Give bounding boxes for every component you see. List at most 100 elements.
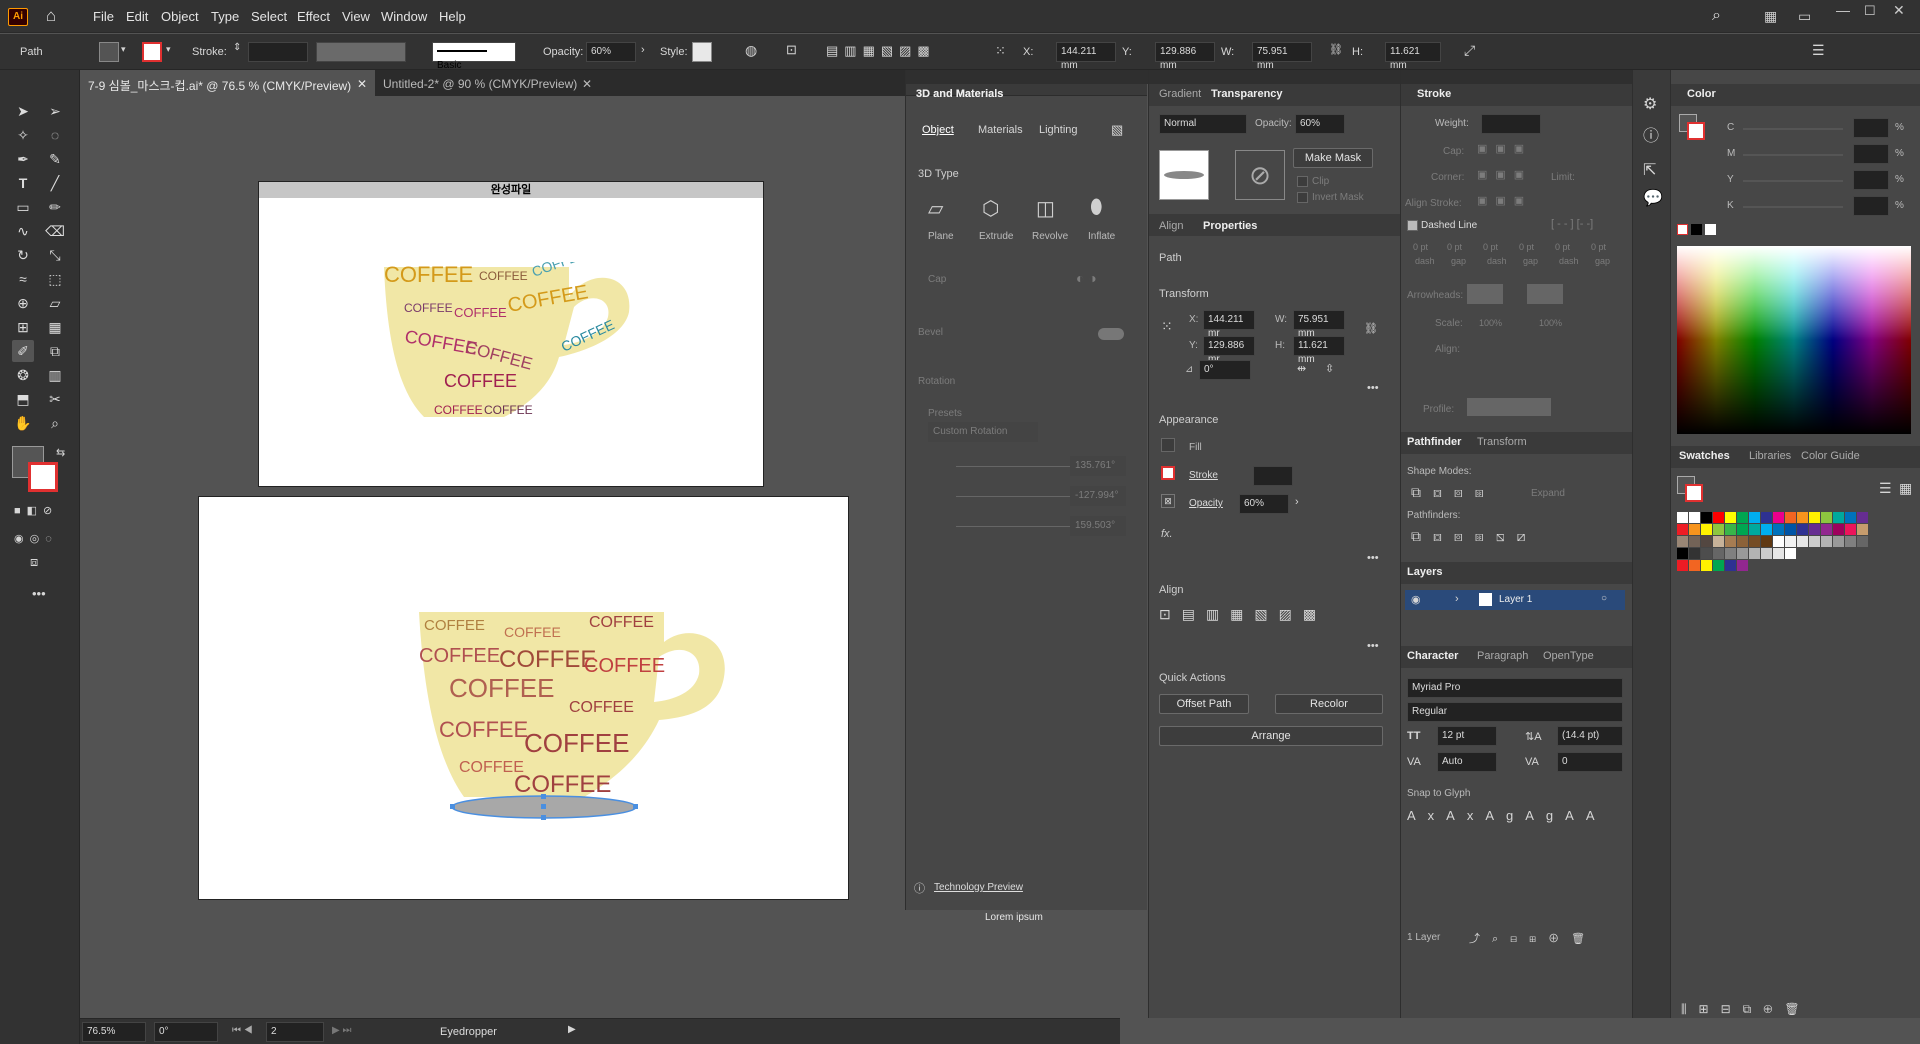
offset-path-button[interactable]: Offset Path — [1159, 694, 1249, 714]
info-icon[interactable]: ⓘ — [1643, 122, 1659, 146]
extrude-icon[interactable]: ⬡ — [982, 196, 999, 221]
menu-select[interactable]: Select — [251, 9, 287, 24]
perspective-grid-icon[interactable]: ▱ — [44, 292, 66, 314]
swatch-footer-icons[interactable]: ⫼⊞⊟⧉⊕🗑 — [1681, 1002, 1812, 1017]
selection-handle[interactable] — [541, 804, 546, 809]
flip-horizontal-icon[interactable]: ⇹ — [1297, 362, 1306, 375]
swatch[interactable] — [1737, 560, 1748, 571]
stroke-weight-field[interactable] — [1253, 466, 1293, 486]
artboard-1[interactable]: 완성파일 COFFEE COFFEE COFFEE COFFEE COFFEE … — [258, 181, 764, 487]
swatch[interactable] — [1677, 560, 1688, 571]
swatch[interactable] — [1845, 536, 1856, 547]
reference-point-icon[interactable]: ⁙ — [1161, 318, 1173, 335]
more-options-icon[interactable]: ••• — [1367, 382, 1379, 394]
h-field[interactable]: 11.621 mm — [1385, 42, 1441, 71]
object-thumbnail[interactable] — [1159, 150, 1209, 200]
align-buttons[interactable]: ⊡▤▥▦▧▨▩ — [1159, 606, 1327, 623]
swatch[interactable] — [1797, 512, 1808, 523]
slice-icon[interactable]: ✂ — [44, 388, 66, 410]
tab-transform[interactable]: Transform — [1477, 436, 1527, 448]
stroke-color-box[interactable] — [28, 462, 58, 492]
zoom-icon[interactable]: ⌕ — [44, 412, 66, 434]
screen-mode-icon[interactable]: ⧈ — [30, 554, 38, 570]
color-mode-icons[interactable]: ■◧⊘ — [14, 504, 58, 517]
swatch[interactable] — [1785, 536, 1796, 547]
swatch[interactable] — [1857, 512, 1868, 523]
swatch[interactable] — [1689, 548, 1700, 559]
stroke-color-box[interactable] — [1685, 484, 1703, 502]
fill-swatch[interactable] — [1161, 438, 1175, 452]
snap-to-glyph-buttons[interactable]: AxAxAgAgAA — [1407, 808, 1607, 823]
recolor-button[interactable]: Recolor — [1275, 694, 1383, 714]
chevron-right-icon[interactable]: › — [1455, 593, 1459, 605]
transform-icon[interactable]: ⤢ — [1464, 42, 1475, 59]
white-swatch[interactable] — [1705, 224, 1716, 235]
swatch[interactable] — [1809, 524, 1820, 535]
tab-gradient[interactable]: Gradient — [1159, 88, 1201, 100]
swatch[interactable] — [1725, 560, 1736, 571]
swatch[interactable] — [1677, 524, 1688, 535]
swatch[interactable] — [1773, 524, 1784, 535]
tab-stroke[interactable]: Stroke — [1417, 88, 1451, 100]
tool-menu-arrow-icon[interactable]: ▶ — [568, 1024, 576, 1035]
swatch[interactable] — [1821, 524, 1832, 535]
next-artboard-icon[interactable]: ▶ ⏭ — [332, 1025, 351, 1036]
swatch[interactable] — [1677, 536, 1688, 547]
y-field[interactable]: 129.886 mm — [1155, 42, 1215, 71]
swatch[interactable] — [1701, 548, 1712, 559]
font-family-select[interactable]: Myriad Pro — [1407, 678, 1623, 698]
gradient-tool-icon[interactable]: ▦ — [44, 316, 66, 338]
swatch[interactable] — [1737, 512, 1748, 523]
tab-object[interactable]: Object — [922, 124, 954, 136]
magic-wand-icon[interactable]: ✧ — [12, 124, 34, 146]
k-slider[interactable] — [1743, 206, 1843, 208]
tab-transparency[interactable]: Transparency — [1211, 88, 1283, 100]
artboard-number-field[interactable]: 2 — [266, 1022, 324, 1042]
prop-y-field[interactable]: 129.886 mr — [1203, 336, 1255, 365]
end-scale-field[interactable]: 100% — [1539, 318, 1562, 328]
menu-help[interactable]: Help — [439, 9, 466, 24]
swatch[interactable] — [1689, 512, 1700, 523]
swatch[interactable] — [1749, 512, 1760, 523]
rotation-y-field[interactable]: -127.994° — [1070, 486, 1126, 506]
swatch[interactable] — [1785, 512, 1796, 523]
technology-preview-link[interactable]: Technology Preview — [934, 882, 1023, 893]
canvas[interactable]: 완성파일 COFFEE COFFEE COFFEE COFFEE COFFEE … — [80, 96, 905, 1018]
swatch[interactable] — [1689, 560, 1700, 571]
selection-handle[interactable] — [541, 794, 546, 799]
swatch[interactable] — [1809, 536, 1820, 547]
warp-icon[interactable]: ≈ — [12, 268, 34, 290]
swatch[interactable] — [1761, 524, 1772, 535]
dash-value[interactable]: 0 pt — [1413, 242, 1428, 252]
swatch[interactable] — [1725, 524, 1736, 535]
comment-icon[interactable]: 💬 — [1643, 188, 1663, 208]
more-options-icon[interactable]: ••• — [1367, 552, 1379, 564]
swatch[interactable] — [1809, 512, 1820, 523]
stroke-swatch[interactable] — [142, 42, 162, 62]
color-spectrum[interactable] — [1677, 246, 1911, 434]
swatch[interactable] — [1713, 548, 1724, 559]
close-icon[interactable]: ✕ — [1893, 2, 1905, 19]
align-to-icon[interactable]: ⊡ — [786, 42, 797, 58]
menu-edit[interactable]: Edit — [126, 9, 148, 24]
tab-document-1[interactable]: 7-9 심볼_마스크-컵.ai* @ 76.5 % (CMYK/Preview)… — [80, 70, 375, 96]
direct-selection-tool-icon[interactable]: ➢ — [44, 100, 66, 122]
tab-properties[interactable]: Properties — [1203, 220, 1257, 232]
align-icons[interactable]: ▤▥▦▧▨▩ — [826, 43, 936, 59]
chevron-down-icon[interactable]: ▾ — [121, 44, 126, 55]
transparency-opacity-field[interactable]: 60% — [1295, 114, 1345, 134]
bevel-toggle[interactable] — [1098, 328, 1124, 340]
start-scale-field[interactable]: 100% — [1479, 318, 1502, 328]
c-field[interactable] — [1853, 118, 1889, 138]
symbol-sprayer-icon[interactable]: ❂ — [12, 364, 34, 386]
layer-name[interactable]: Layer 1 — [1499, 594, 1532, 605]
gap-value[interactable]: 0 pt — [1519, 242, 1534, 252]
chevron-right-icon[interactable]: › — [641, 44, 645, 56]
appearance-opacity-field[interactable]: 60% — [1239, 494, 1289, 514]
swatch[interactable] — [1725, 536, 1736, 547]
swap-colors-icon[interactable]: ⇆ — [56, 446, 65, 459]
shape-mode-buttons[interactable]: ⧉⧈⧇⧆ — [1411, 484, 1496, 501]
c-slider[interactable] — [1743, 128, 1843, 130]
constrain-icon[interactable]: ⛓ — [1364, 322, 1378, 335]
grid-view-icon[interactable]: ▦ — [1899, 480, 1912, 497]
